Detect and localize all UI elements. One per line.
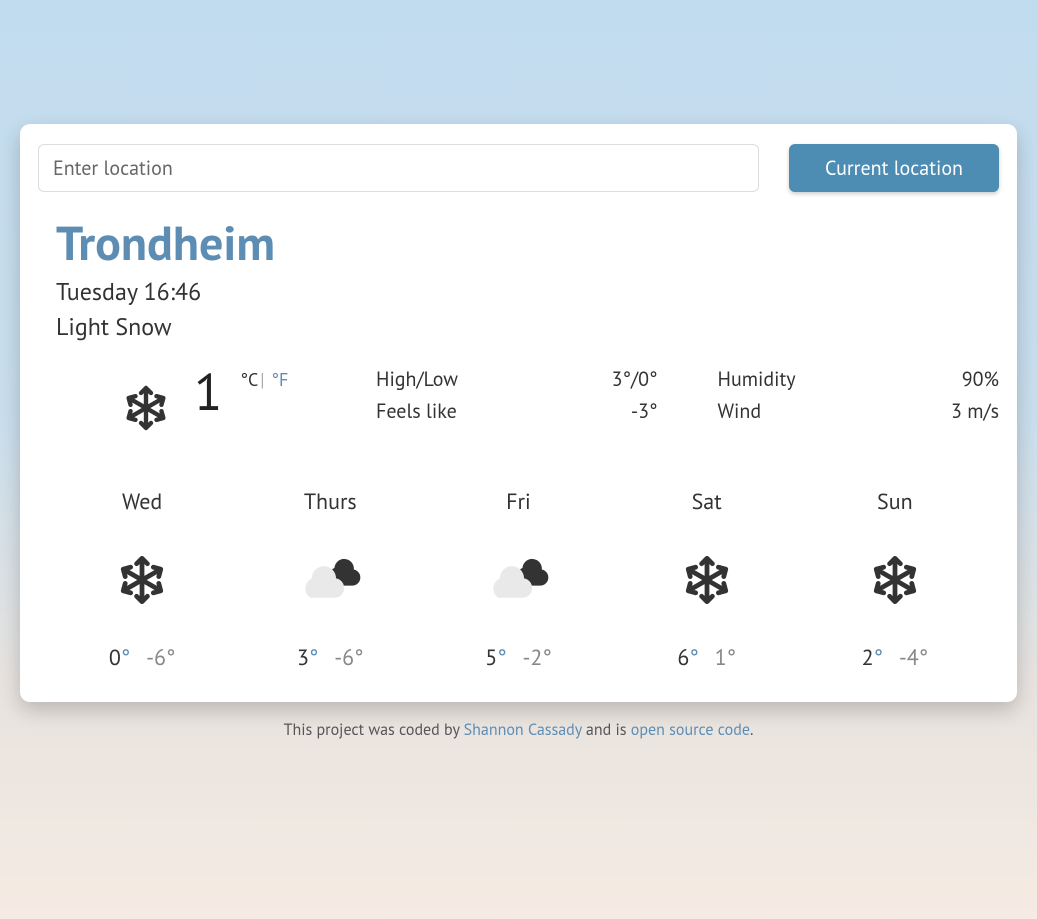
forecast-temps: 0° -6° [109,644,176,672]
label-wind: Wind [718,398,796,424]
value-highlow: 3°/0° [612,366,658,392]
label-humidity: Humidity [718,366,796,392]
label-feelslike: Feels like [376,398,458,424]
current-location-button[interactable]: Current location [789,144,999,192]
forecast-day-name: Thurs [304,488,357,516]
footer-suffix: . [750,720,753,740]
snowflake-icon [102,550,182,610]
snowflake-icon [116,378,176,438]
forecast-low: -6° [146,644,175,672]
forecast-temps: 3° -6° [297,644,364,672]
footer-mid: and is [582,720,631,740]
forecast-high: 6° [677,644,698,672]
datetime: Tuesday 16:46 [56,276,999,307]
forecast-temps: 2° -4° [862,644,929,672]
forecast-high: 5° [485,644,506,672]
temperature-units: °C| °F [240,368,288,391]
forecast-day: Thurs 3° -6° [246,488,415,672]
unit-separator: | [260,368,264,391]
forecast-day: Sat 6° 1° [622,488,791,672]
label-highlow: High/Low [376,366,458,392]
current-weather-row: 1 °C| °F High/Low Feels like 3°/0° -3° H… [56,366,999,438]
cloud-icon [290,550,370,610]
forecast-high: 0° [109,644,130,672]
forecast-low: -4° [899,644,928,672]
temperature-block: 1 °C| °F [56,366,356,438]
condition: Light Snow [56,311,999,342]
stat-highlow-feels: High/Low Feels like 3°/0° -3° [376,366,658,438]
footer-prefix: This project was coded by [284,720,464,740]
forecast-day-name: Fri [506,488,531,516]
forecast-low: 1° [715,644,736,672]
source-link[interactable]: open source code [631,720,750,740]
search-row: Current location [38,144,999,192]
forecast-low: -2° [522,644,551,672]
weather-card: Current location Trondheim Tuesday 16:46… [20,124,1017,702]
location-name: Trondheim [56,212,999,274]
forecast-low: -6° [334,644,363,672]
value-feelslike: -3° [612,398,658,424]
temperature-value: 1 [194,366,222,418]
value-wind: 3 m/s [951,398,999,424]
forecast-day-name: Wed [122,488,162,516]
snowflake-icon [855,550,935,610]
forecast-day: Wed 0° -6° [57,488,226,672]
forecast-day: Fri 5° -2° [434,488,603,672]
value-humidity: 90% [951,366,999,392]
forecast-day: Sun 2° -4° [810,488,979,672]
cloud-icon [478,550,558,610]
stats-group: High/Low Feels like 3°/0° -3° Humidity W… [376,366,999,438]
location-input[interactable] [38,144,759,192]
forecast-temps: 5° -2° [485,644,552,672]
stat-humidity-wind: Humidity Wind 90% 3 m/s [718,366,1000,438]
forecast-day-name: Sun [877,488,913,516]
author-link[interactable]: Shannon Cassady [464,720,582,740]
forecast-high: 2° [862,644,883,672]
unit-celsius[interactable]: °C [240,368,258,391]
forecast-temps: 6° 1° [677,644,736,672]
forecast-day-name: Sat [692,488,722,516]
unit-fahrenheit[interactable]: °F [271,368,288,391]
forecast-high: 3° [297,644,318,672]
forecast-row: Wed 0° -6° Thurs 3° -6° Fri [38,488,999,672]
snowflake-icon [667,550,747,610]
footer: This project was coded by Shannon Cassad… [20,720,1017,740]
